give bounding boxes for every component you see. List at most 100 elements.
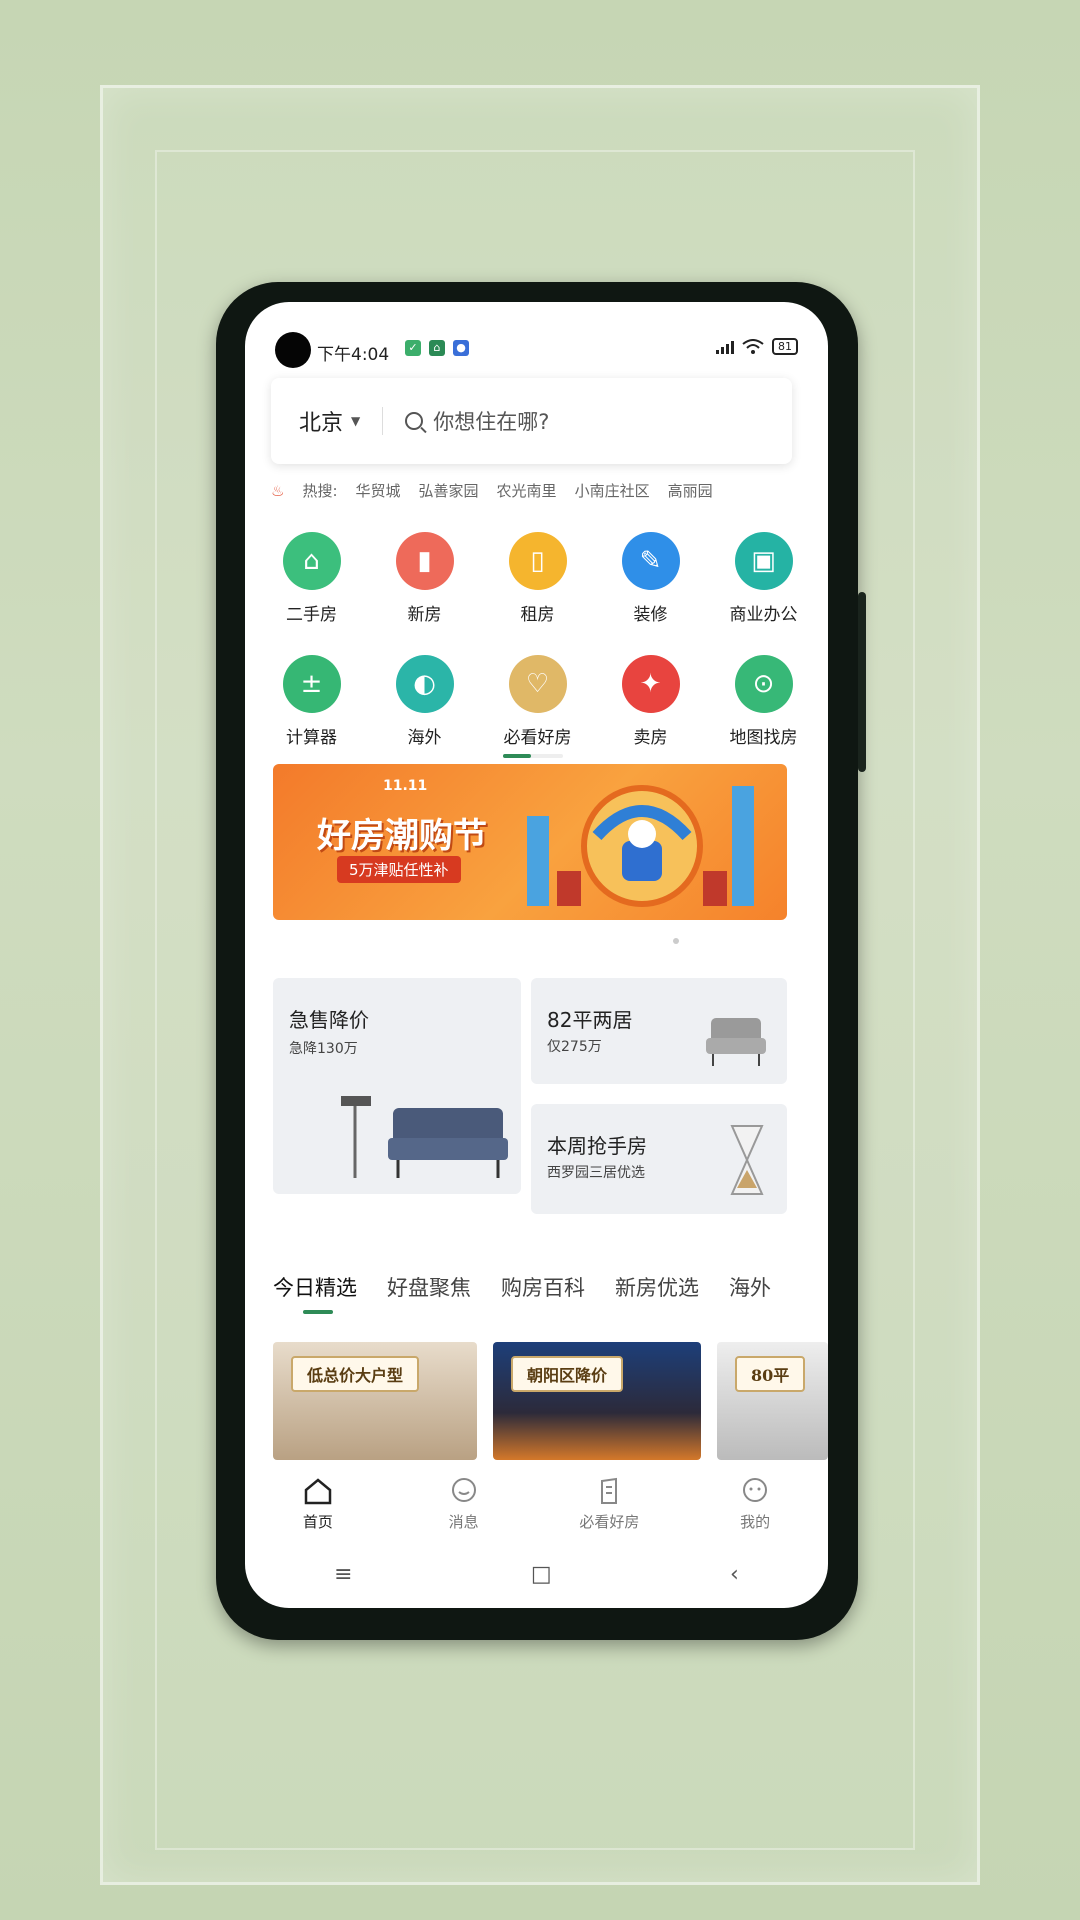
nav-must-see[interactable]: 必看好房 — [554, 1477, 664, 1532]
hot-search-item[interactable]: 弘善家园 — [419, 480, 479, 501]
brush-icon: ✎ — [621, 532, 680, 590]
hot-search-label: 热搜: — [302, 482, 338, 500]
globe-icon: ◐ — [395, 655, 454, 713]
sofa-image — [341, 1096, 508, 1178]
side-button — [858, 592, 866, 772]
fire-icon: ♨ — [271, 481, 285, 500]
location-icon: ● — [453, 340, 469, 356]
search-input[interactable]: 你想住在哪? — [433, 406, 549, 436]
map-pin-icon: ⊙ — [734, 655, 793, 713]
wifi-icon — [742, 338, 764, 354]
armchair-image — [706, 1018, 766, 1066]
promo-card-two-room[interactable]: 82平两居 仅275万 — [531, 978, 787, 1084]
grid-item-overseas[interactable]: ◐ 海外 — [368, 655, 481, 748]
grid-item-label: 必看好房 — [503, 728, 572, 748]
banner-badge: 11.11 — [383, 778, 428, 794]
grid-item-label: 地图找房 — [729, 728, 798, 748]
phone-screen: 下午4:04 ✓ ⌂ ● 81 北京 ▼ 你想住在哪? ♨ 热搜: 华贸城 弘善… — [245, 302, 828, 1608]
grid-item-map[interactable]: ⊙ 地图找房 — [707, 655, 820, 748]
grid-item-label: 装修 — [633, 605, 668, 625]
nav-label: 必看好房 — [579, 1512, 640, 1531]
grid-item-musthome[interactable]: ♡ 必看好房 — [481, 655, 594, 748]
search-bar[interactable]: 北京 ▼ 你想住在哪? — [271, 378, 792, 464]
feature-grid: ⌂ 二手房 ▮ 新房 ▯ 租房 ✎ 装修 ▣ 商业办公 ± 计算器 ◐ 海外 ♡ — [255, 532, 820, 748]
heart-house-icon: ♡ — [508, 655, 567, 713]
promo-card-sale[interactable]: 急售降价 急降130万 — [273, 978, 521, 1194]
calculator-icon: ± — [282, 655, 341, 713]
card-title: 急售降价 — [289, 1008, 369, 1032]
thumb-tag: 80平 — [735, 1356, 806, 1392]
chevron-down-icon[interactable]: ▼ — [351, 414, 360, 428]
grid-page-indicator — [503, 754, 563, 758]
building-icon: ▮ — [395, 532, 454, 590]
card-subtitle: 急降130万 — [289, 1041, 358, 1057]
content-tabs: 今日精选 好盘聚焦 购房百科 新房优选 海外 — [273, 1272, 771, 1302]
grid-item-label: 卖房 — [633, 728, 668, 748]
thumb-card[interactable]: 80平 — [717, 1342, 828, 1460]
notification-icons: ✓ ⌂ ● — [405, 340, 469, 356]
bottom-nav: 首页 消息 必看好房 我的 — [245, 1460, 828, 1540]
thumb-tag: 朝阳区降价 — [511, 1356, 624, 1392]
hot-search-item[interactable]: 华贸城 — [356, 480, 401, 501]
banner-illustration — [527, 785, 754, 907]
building-icon — [601, 1477, 618, 1504]
grid-item-secondhand[interactable]: ⌂ 二手房 — [255, 532, 368, 625]
nav-mine[interactable]: 我的 — [700, 1477, 810, 1532]
home-button-icon[interactable]: □ — [531, 1562, 552, 1587]
nav-home[interactable]: 首页 — [263, 1477, 373, 1532]
card-subtitle: 西罗园三居优选 — [547, 1165, 645, 1181]
grid-item-rent[interactable]: ▯ 租房 — [481, 532, 594, 625]
grid-item-label: 计算器 — [286, 728, 337, 748]
hot-search-item[interactable]: 农光南里 — [497, 480, 557, 501]
nav-label: 我的 — [740, 1512, 771, 1531]
tab-encyclopedia[interactable]: 购房百科 — [501, 1272, 585, 1302]
tab-focus[interactable]: 好盘聚焦 — [387, 1272, 471, 1302]
hot-search-item[interactable]: 小南庄社区 — [575, 480, 650, 501]
hot-search-item[interactable]: 高丽园 — [668, 480, 713, 501]
thumb-card[interactable]: 低总价大户型 — [273, 1342, 477, 1460]
menu-icon[interactable]: ≡ — [334, 1562, 352, 1587]
grid-item-label: 二手房 — [286, 605, 337, 625]
banner-subtitle: 5万津贴任性补 — [337, 856, 461, 883]
card-title: 82平两居 — [547, 1008, 633, 1032]
nav-label: 消息 — [448, 1512, 479, 1531]
signal-icon — [716, 340, 734, 354]
front-camera — [275, 332, 311, 368]
grid-item-decor[interactable]: ✎ 装修 — [594, 532, 707, 625]
tab-underline — [303, 1310, 333, 1314]
tab-today[interactable]: 今日精选 — [273, 1272, 357, 1302]
banner-title: 好房潮购节 — [317, 816, 487, 856]
sale-tag-icon: ✦ — [621, 655, 680, 713]
tab-newhome[interactable]: 新房优选 — [615, 1272, 699, 1302]
grid-item-label: 商业办公 — [729, 605, 798, 625]
shield-icon: ✓ — [405, 340, 421, 356]
grid-item-calculator[interactable]: ± 计算器 — [255, 655, 368, 748]
grid-item-commercial[interactable]: ▣ 商业办公 — [707, 532, 820, 625]
message-icon — [451, 1477, 476, 1502]
back-icon[interactable]: ‹ — [730, 1562, 739, 1587]
city-selector[interactable]: 北京 — [299, 405, 343, 437]
hot-search-row: ♨ 热搜: 华贸城 弘善家园 农光南里 小南庄社区 高丽园 — [271, 480, 713, 501]
grid-item-newhome[interactable]: ▮ 新房 — [368, 532, 481, 625]
search-icon[interactable] — [405, 412, 424, 430]
profile-icon — [743, 1477, 768, 1502]
grid-item-label: 新房 — [407, 605, 442, 625]
card-title: 本周抢手房 — [547, 1134, 647, 1158]
system-nav-bar: ≡ □ ‹ — [245, 1540, 828, 1608]
thumb-tag: 低总价大户型 — [291, 1356, 420, 1392]
promo-card-weekly[interactable]: 本周抢手房 西罗园三居优选 — [531, 1104, 787, 1214]
card-subtitle: 仅275万 — [547, 1039, 602, 1055]
shop-icon: ▣ — [734, 532, 793, 590]
grid-item-sell[interactable]: ✦ 卖房 — [594, 655, 707, 748]
status-right: 81 — [716, 338, 798, 355]
door-icon: ▯ — [508, 532, 567, 590]
grid-item-label: 海外 — [407, 728, 442, 748]
nav-label: 首页 — [302, 1512, 333, 1531]
app-notification-icon: ⌂ — [429, 340, 445, 356]
nav-messages[interactable]: 消息 — [409, 1477, 519, 1532]
house-icon: ⌂ — [282, 532, 341, 590]
battery-icon: 81 — [772, 338, 798, 355]
promo-banner[interactable]: 11.11 好房潮购节 5万津贴任性补 — [273, 764, 787, 920]
thumb-card[interactable]: 朝阳区降价 — [493, 1342, 701, 1460]
tab-overseas[interactable]: 海外 — [729, 1272, 771, 1302]
